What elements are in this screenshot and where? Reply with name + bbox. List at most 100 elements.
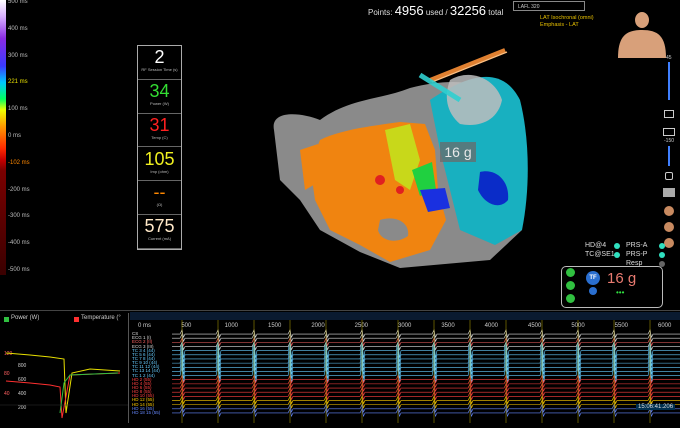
scale-label: 0 ms	[8, 133, 22, 139]
ecg-trace	[172, 345, 680, 363]
time-label: 2000	[311, 323, 325, 329]
camera-icon[interactable]	[663, 188, 675, 197]
ecg-trace	[172, 362, 680, 379]
map-emphasis: Emphasis - LAT	[540, 22, 579, 28]
readout-cell: 2 RF Session Time (s)	[138, 46, 181, 80]
ecg-trace	[172, 354, 680, 371]
ecg-trace	[172, 366, 680, 383]
points-used: 4956	[394, 3, 424, 18]
map-force-label: 16 g	[444, 144, 471, 160]
head-icon-1[interactable]	[664, 206, 674, 216]
readout-label: Current (mA)	[147, 236, 172, 242]
time-label: 4500	[528, 323, 542, 329]
ecg-trace	[172, 358, 680, 375]
channel-label: HD 18 15 (55)	[132, 409, 161, 415]
time-label: 0 ms	[138, 323, 151, 329]
head-icon-2[interactable]	[664, 222, 674, 232]
toolbar-number-mid: -150	[664, 138, 675, 144]
tc-label: TC@SE1	[585, 251, 615, 258]
scale-label: 500 ms	[8, 0, 28, 5]
ecg-trace	[172, 378, 680, 389]
time-label: 2500	[355, 323, 369, 329]
torso-orientation-icon[interactable]	[612, 6, 672, 58]
electroanatomic-map[interactable]: 16 g	[260, 40, 560, 280]
screen-icon[interactable]	[663, 128, 675, 136]
readout-label: Imp (ohm)	[150, 168, 169, 174]
power-temp-plot	[0, 352, 128, 419]
ecg-trace	[172, 374, 680, 384]
scale-label: 300 ms	[8, 52, 28, 59]
scale-label: -500 ms	[8, 267, 30, 273]
scale-label: -400 ms	[8, 240, 30, 247]
scale-label: -102 ms	[8, 159, 30, 166]
scale-label: 100 ms	[8, 106, 28, 113]
ecg-trace	[172, 329, 680, 339]
readout-label: RF Session Time (s)	[141, 67, 178, 72]
time-label: 4000	[485, 323, 499, 329]
time-label: 3000	[398, 323, 412, 329]
points-total: 32256	[449, 3, 487, 18]
readout-value: 575	[144, 216, 175, 237]
ablation-readout-panel: 2 RF Session Time (s) 34 Power (W) 31 Temp (C…	[137, 45, 182, 250]
ecg-trace	[172, 341, 680, 351]
readout-value: 31	[149, 114, 170, 135]
ecg-trace	[172, 333, 680, 343]
force-direction-icon	[589, 287, 597, 295]
time-ruler	[130, 312, 680, 320]
scale-label: 221 ms	[8, 79, 28, 86]
hd-label: HD@4	[585, 242, 607, 249]
lat-color-scale	[0, 0, 6, 275]
points-used-suffix: used /	[425, 8, 448, 17]
ecg-trace	[172, 383, 680, 393]
scale-label: -300 ms	[8, 213, 30, 220]
tf-badge[interactable]: TF	[586, 271, 600, 285]
readout-cell: 34 Power (W)	[138, 80, 181, 114]
power-temp-panel: Power (W) Temperature (° 800 600 400 200 120…	[0, 313, 129, 423]
battery-icon[interactable]	[664, 110, 674, 118]
prs-p-label: PRS-P	[626, 251, 648, 258]
readout-value: 34	[149, 80, 170, 101]
map-mode: LAT Isochronal (omni)	[540, 15, 594, 21]
points-total-suffix: total	[488, 8, 504, 17]
ecg-trace	[172, 341, 680, 358]
status-dot	[659, 243, 665, 249]
readout-label: Temp (C)	[151, 134, 168, 140]
readout-value: --	[153, 182, 166, 203]
force-value: 16 g	[607, 270, 637, 287]
time-label: 500	[181, 323, 192, 329]
readout-label: Power (W)	[150, 100, 169, 106]
points-counter: Points: 4956 used / 32256 total	[368, 3, 503, 18]
scale-label: -200 ms	[8, 186, 30, 193]
clip-slider[interactable]	[668, 146, 670, 166]
readout-cell: 575 Current (mA)	[138, 215, 181, 249]
ecg-panel[interactable]: 0 ms 500 1000 1500 2000 2500 3000 3500 4000 4500 5…	[130, 312, 680, 423]
time-label: 1500	[268, 323, 282, 329]
ecg-trace	[172, 408, 680, 418]
ecg-trace	[172, 395, 680, 405]
status-dot	[659, 252, 665, 258]
ecg-trace	[172, 349, 680, 367]
time-label: 1000	[225, 323, 239, 329]
zoom-slider[interactable]	[668, 62, 670, 100]
ecg-trace	[172, 391, 680, 401]
readout-cell: 105 Imp (ohm)	[138, 148, 181, 182]
readout-cell: -- (Ω)	[138, 181, 181, 216]
ecg-trace	[172, 337, 680, 347]
readout-label: (Ω)	[156, 202, 163, 208]
scale-label: 400 ms	[8, 25, 28, 32]
time-label: 6000	[658, 323, 672, 329]
readout-value: 2	[154, 47, 165, 67]
map-selector[interactable]: LAFL 320	[513, 1, 585, 11]
force-dots: •••	[616, 288, 625, 297]
ecg-traces: 0 ms 500 1000 1500 2000 2500 3000 3500 4000 4500 5…	[130, 312, 680, 423]
readout-cell: 31 Temp (C)	[138, 114, 181, 148]
ecg-trace	[172, 399, 680, 409]
ecg-trace	[172, 387, 680, 397]
red-spot	[396, 186, 404, 194]
time-label: 5000	[571, 323, 585, 329]
lock-icon[interactable]	[665, 172, 673, 180]
head-icon-3[interactable]	[664, 238, 674, 248]
prs-a-label: PRS-A	[626, 242, 648, 249]
ecg-trace	[172, 403, 680, 413]
toolbar-number-top: 45	[666, 55, 672, 61]
